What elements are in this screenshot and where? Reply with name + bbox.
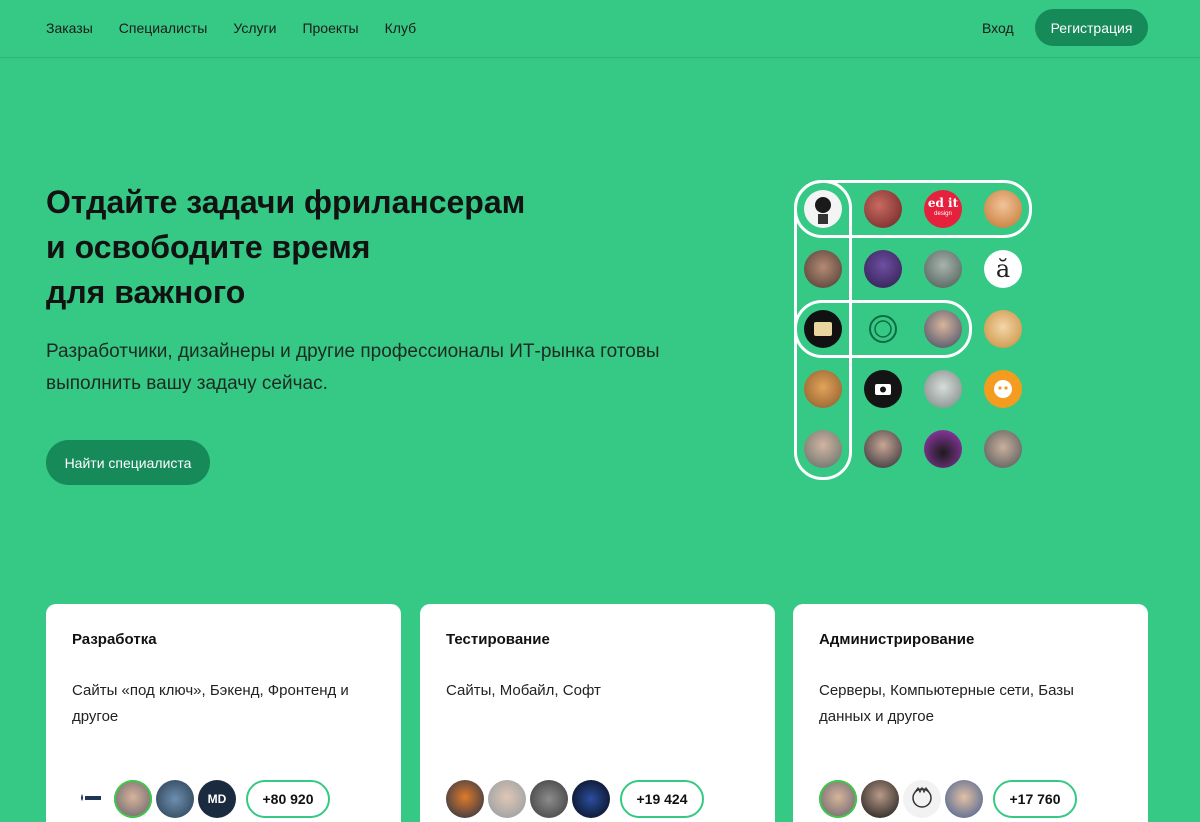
card-description-line: другое [72, 708, 119, 725]
specialist-count-badge[interactable]: +17 760 [993, 780, 1077, 818]
avatar[interactable] [819, 780, 857, 818]
avatar[interactable] [861, 780, 899, 818]
avatar[interactable] [804, 310, 842, 348]
logo-icon [814, 322, 832, 336]
avatar[interactable] [864, 190, 902, 228]
avatar[interactable] [903, 780, 941, 818]
nav-orders[interactable]: Заказы [46, 19, 93, 37]
card-description-line: Серверы, Компьютерные сети, Базы [819, 682, 1074, 699]
card-description: Сайты, Мобайл, Софт [446, 678, 756, 704]
avatar[interactable] [864, 310, 902, 348]
nav-services[interactable]: Услуги [233, 19, 276, 37]
site-header: Заказы Специалисты Услуги Проекты Клуб В… [0, 0, 1200, 58]
avatar-letter[interactable]: ă [984, 250, 1022, 288]
main-nav: Заказы Специалисты Услуги Проекты Клуб [46, 19, 416, 37]
camera-icon [875, 384, 891, 395]
hero-subtitle-line: выполнить вашу задачу сейчас. [46, 373, 328, 394]
specialist-count-badge[interactable]: +19 424 [620, 780, 704, 818]
avatar[interactable] [984, 430, 1022, 468]
avatar[interactable] [156, 780, 194, 818]
avatar[interactable] [924, 310, 962, 348]
avatar-glyph: ă [995, 255, 1011, 283]
card-description: Серверы, Компьютерные сети, Базы данных … [819, 678, 1129, 730]
logo-subtext: design [934, 211, 952, 217]
card-avatar-stack: MD +80 920 [72, 780, 330, 818]
card-avatar-stack: +19 424 [446, 780, 704, 818]
avatar[interactable] [924, 430, 962, 468]
card-description-line: данных и другое [819, 708, 934, 725]
category-card-testing[interactable]: Тестирование Сайты, Мобайл, Софт +19 424 [420, 604, 775, 822]
avatar[interactable] [572, 780, 610, 818]
avatar[interactable] [804, 430, 842, 468]
face-icon [994, 380, 1012, 398]
hero-subtitle-line: Разработчики, дизайнеры и другие професс… [46, 341, 660, 362]
avatar[interactable] [924, 370, 962, 408]
logo-text: ed it [927, 196, 959, 210]
nav-projects[interactable]: Проекты [302, 19, 358, 37]
specialist-count-badge[interactable]: +80 920 [246, 780, 330, 818]
avatar-edit-design-logo[interactable]: ed it design [924, 190, 962, 228]
find-specialist-button[interactable]: Найти специалиста [46, 440, 210, 485]
avatar[interactable] [864, 250, 902, 288]
hero-title-line: для важного [46, 274, 246, 310]
card-title: Администрирование [819, 631, 975, 648]
register-button[interactable]: Регистрация [1035, 9, 1148, 46]
avatar[interactable] [984, 310, 1022, 348]
avatar[interactable] [72, 780, 110, 818]
avatar[interactable] [446, 780, 484, 818]
hero-subtitle: Разработчики, дизайнеры и другие професс… [46, 336, 746, 400]
avatar[interactable] [945, 780, 983, 818]
avatar[interactable] [984, 190, 1022, 228]
avatar[interactable] [114, 780, 152, 818]
drop-logo-icon [81, 794, 101, 801]
nav-specialists[interactable]: Специалисты [119, 19, 208, 37]
avatar[interactable] [924, 250, 962, 288]
card-avatar-stack: +17 760 [819, 780, 1077, 818]
avatar[interactable] [864, 430, 902, 468]
card-description-line: Сайты «под ключ», Бэкенд, Фронтенд и [72, 682, 349, 699]
md-logo-text: MD [207, 792, 227, 806]
avatar[interactable] [488, 780, 526, 818]
card-title: Разработка [72, 631, 157, 648]
avatar[interactable] [530, 780, 568, 818]
avatar-md-logo[interactable]: MD [198, 780, 236, 818]
login-link[interactable]: Вход [982, 19, 1014, 37]
circle-logo-icon [869, 315, 897, 343]
person-icon [815, 197, 831, 224]
hero-title-line: Отдайте задачи фрилансерам [46, 184, 526, 220]
card-description-line: Сайты, Мобайл, Софт [446, 682, 601, 699]
nav-club[interactable]: Клуб [385, 19, 417, 37]
avatar[interactable] [804, 370, 842, 408]
freelancer-avatar-grid: ed it design ă [790, 176, 1040, 486]
category-card-administration[interactable]: Администрирование Серверы, Компьютерные … [793, 604, 1148, 822]
card-title: Тестирование [446, 631, 550, 648]
sketch-face-icon [912, 786, 932, 808]
hero-title: Отдайте задачи фрилансерам и освободите … [46, 180, 666, 315]
avatar[interactable] [804, 190, 842, 228]
avatar[interactable] [804, 250, 842, 288]
avatar[interactable] [984, 370, 1022, 408]
category-card-development[interactable]: Разработка Сайты «под ключ», Бэкенд, Фро… [46, 604, 401, 822]
avatar[interactable] [864, 370, 902, 408]
hero-title-line: и освободите время [46, 229, 371, 265]
card-description: Сайты «под ключ», Бэкенд, Фронтенд и дру… [72, 678, 382, 730]
